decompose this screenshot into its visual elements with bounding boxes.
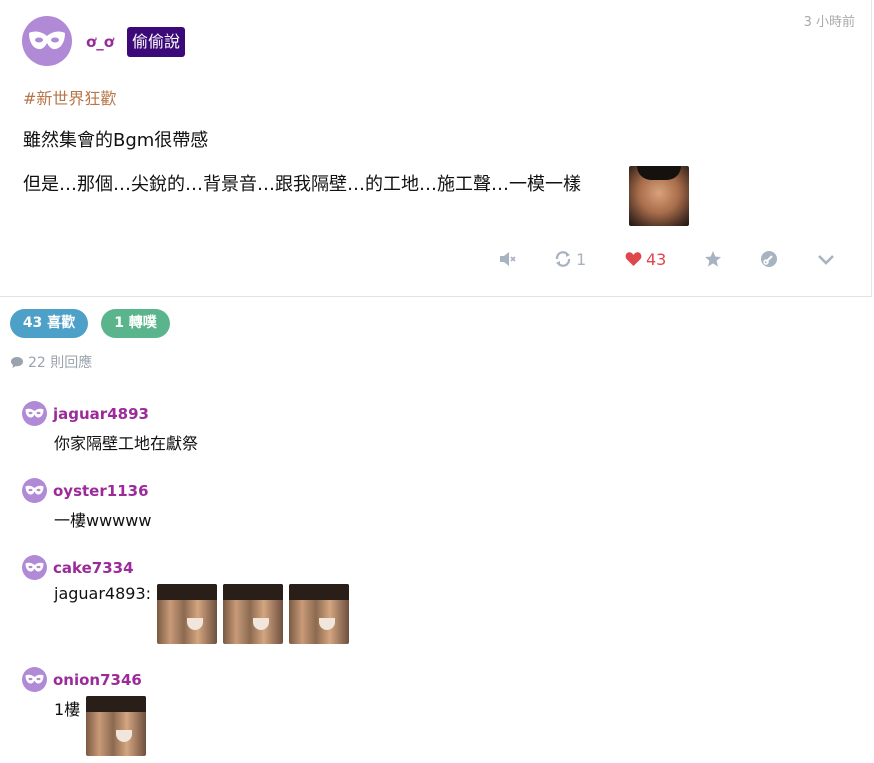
- repost-count: 1: [576, 249, 587, 269]
- reply-count: 22 則回應: [10, 352, 92, 372]
- qualifier-badge: 偷偷說: [127, 27, 186, 57]
- heart-icon: [625, 252, 642, 266]
- comment-text: 你家隔壁工地在獻祭: [54, 434, 199, 453]
- commenter-name[interactable]: onion7346: [53, 671, 142, 689]
- commenter-avatar[interactable]: [22, 555, 47, 580]
- more-button[interactable]: [817, 247, 835, 271]
- comment-icon: [11, 356, 23, 368]
- link-icon: [761, 251, 777, 267]
- laughing-emoticon: [223, 584, 284, 644]
- comment-item: onion7346 1樓: [22, 667, 147, 756]
- favorite-button[interactable]: [704, 247, 722, 271]
- mask-icon: [25, 562, 44, 572]
- author-avatar[interactable]: [22, 16, 72, 66]
- like-button[interactable]: 43: [625, 247, 666, 271]
- commenter-name[interactable]: cake7334: [53, 559, 134, 577]
- author-name[interactable]: ơ_ơ: [86, 33, 114, 51]
- chevron-down-icon: [818, 255, 834, 265]
- mask-icon: [29, 31, 65, 50]
- comment-text: 一樓wwwww: [54, 511, 152, 530]
- comment-text: jaguar4893:: [54, 584, 152, 603]
- comment-item: oyster1136 一樓wwwww: [22, 478, 151, 531]
- laughing-emoticon: [157, 584, 218, 644]
- commenter-avatar[interactable]: [22, 401, 47, 426]
- commenter-name[interactable]: jaguar4893: [53, 405, 149, 423]
- plurk-post: ơ_ơ 偷偷說 3 小時前 #新世界狂歡 雖然集會的Bgm很帶感 但是…那個…尖…: [0, 0, 872, 297]
- comment-item: jaguar4893 你家隔壁工地在獻祭: [22, 401, 198, 454]
- repost-icon: [555, 251, 571, 267]
- mute-icon: [500, 252, 516, 266]
- post-text-line-2: 但是…那個…尖銳的…背景音…跟我隔壁…的工地…施工聲…一模一樣: [23, 174, 581, 195]
- commenter-avatar[interactable]: [22, 667, 47, 692]
- laughing-emoticon: [289, 584, 350, 644]
- mute-button[interactable]: [498, 247, 516, 271]
- reposts-pill[interactable]: 1 轉噗: [101, 309, 170, 338]
- commenter-name[interactable]: oyster1136: [53, 482, 149, 500]
- repost-button[interactable]: 1: [554, 247, 586, 271]
- commenter-avatar[interactable]: [22, 478, 47, 503]
- hashtag-link[interactable]: #新世界狂歡: [23, 85, 116, 109]
- likes-pill[interactable]: 43 喜歡: [10, 309, 88, 338]
- mask-icon: [25, 408, 44, 418]
- comment-text: 1樓: [54, 700, 81, 719]
- emoticon-image: [629, 166, 689, 226]
- laughing-emoticon: [86, 696, 147, 756]
- like-count: 43: [646, 249, 667, 269]
- reply-count-label: 22 則回應: [28, 355, 93, 371]
- mask-icon: [25, 674, 44, 684]
- star-icon: [705, 251, 721, 267]
- link-button[interactable]: [760, 247, 778, 271]
- post-actions: 1 43: [0, 247, 872, 271]
- emoticon-group: [157, 584, 350, 644]
- post-timestamp[interactable]: 3 小時前: [804, 11, 855, 30]
- post-text-line-1: 雖然集會的Bgm很帶感: [23, 130, 209, 151]
- comment-item: cake7334 jaguar4893:: [22, 555, 350, 644]
- mask-icon: [25, 485, 44, 495]
